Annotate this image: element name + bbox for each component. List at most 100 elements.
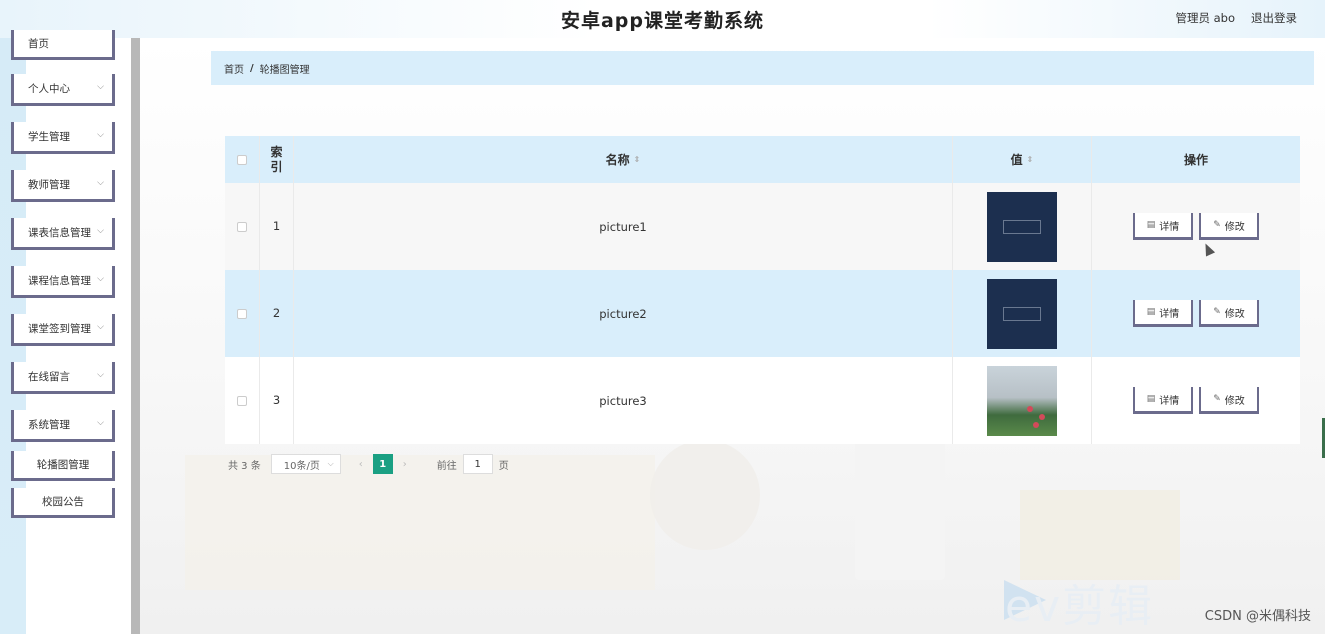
row-checkbox[interactable] xyxy=(237,395,247,406)
breadcrumb-current: 轮播图管理 xyxy=(259,64,310,76)
chevron-down-icon: ⌵ xyxy=(97,226,104,236)
thumbnail-image xyxy=(987,278,1057,349)
total-count: 共 3 条 xyxy=(228,460,261,472)
table-row: 2 picture2 ▤ 详情 ✎ 修改 xyxy=(225,270,1300,357)
app-title: 安卓app课堂考勤系统 xyxy=(560,9,765,32)
sidebar-item-profile[interactable]: 个人中心 ⌵ xyxy=(11,74,115,106)
header-name[interactable]: 名称 ⇕ xyxy=(294,136,953,183)
row-check-cell xyxy=(225,183,260,270)
sidebar-item-label: 教师管理 xyxy=(28,179,70,191)
carousel-table: 索 引 名称 ⇕ 值 ⇕ 操作 1 picture1 ▤ 详情 ✎ 修改 2 pictu… xyxy=(225,136,1300,444)
background-decoration xyxy=(855,430,945,580)
row-checkbox[interactable] xyxy=(237,221,247,232)
logo-mark xyxy=(1003,306,1041,321)
detail-button[interactable]: ▤ 详情 xyxy=(1133,387,1193,414)
page-size-value: 10条/页 xyxy=(283,460,320,472)
pagination: 共 3 条 10条/页 ⌵ ‹ 1 › 前往 1 页 xyxy=(228,454,509,474)
sidebar-subitem-carousel[interactable]: 轮播图管理 xyxy=(11,451,115,481)
detail-label: 详情 xyxy=(1159,395,1180,407)
header-name-label: 名称 xyxy=(605,153,630,167)
page-size-select[interactable]: 10条/页 ⌵ xyxy=(270,454,341,474)
watermark-ev: ev剪辑 xyxy=(1005,581,1155,632)
chevron-down-icon: ⌵ xyxy=(97,82,104,92)
goto-label: 前往 xyxy=(436,460,457,472)
background-decoration xyxy=(185,455,655,590)
sidebar-item-home[interactable]: 首页 xyxy=(11,30,115,60)
sidebar-subitem-label: 校园公告 xyxy=(42,496,84,508)
sidebar-item-timetable[interactable]: 课表信息管理 ⌵ xyxy=(11,218,115,250)
header-actions: 操作 xyxy=(1092,136,1300,183)
sidebar-item-students[interactable]: 学生管理 ⌵ xyxy=(11,122,115,154)
document-icon: ▤ xyxy=(1146,307,1156,317)
next-page-icon[interactable]: › xyxy=(403,459,407,470)
background-decoration xyxy=(650,440,760,550)
sidebar-item-label: 首页 xyxy=(28,38,49,50)
sidebar-item-courses[interactable]: 课程信息管理 ⌵ xyxy=(11,266,115,298)
row-index: 3 xyxy=(260,357,294,444)
breadcrumb: 首页 / 轮播图管理 xyxy=(211,51,1314,85)
chevron-down-icon: ⌵ xyxy=(97,130,104,140)
chevron-down-icon: ⌵ xyxy=(97,178,104,188)
row-index: 2 xyxy=(260,270,294,357)
page-suffix: 页 xyxy=(498,460,509,472)
row-name: picture1 xyxy=(294,183,953,270)
sidebar-item-label: 课程信息管理 xyxy=(28,275,91,287)
edit-label: 修改 xyxy=(1224,221,1245,233)
sidebar-item-messages[interactable]: 在线留言 ⌵ xyxy=(11,362,115,394)
header-value[interactable]: 值 ⇕ xyxy=(953,136,1092,183)
photo-detail xyxy=(1027,405,1033,412)
sort-icon[interactable]: ⇕ xyxy=(634,155,641,164)
edit-label: 修改 xyxy=(1224,308,1245,320)
table-row: 3 picture3 ▤ 详情 ✎ 修改 xyxy=(225,357,1300,444)
prev-page-icon[interactable]: ‹ xyxy=(359,459,363,470)
breadcrumb-home[interactable]: 首页 xyxy=(224,61,244,76)
row-value xyxy=(953,270,1092,357)
detail-button[interactable]: ▤ 详情 xyxy=(1133,213,1193,240)
logout-link[interactable]: 退出登录 xyxy=(1251,10,1297,26)
edit-label: 修改 xyxy=(1224,395,1245,407)
header-value-label: 值 xyxy=(1010,153,1023,167)
thumbnail-image xyxy=(987,365,1057,436)
row-checkbox[interactable] xyxy=(237,308,247,319)
row-value xyxy=(953,357,1092,444)
edit-button[interactable]: ✎ 修改 xyxy=(1199,213,1259,240)
pencil-icon: ✎ xyxy=(1213,394,1221,404)
logo-mark xyxy=(1003,219,1041,234)
sidebar-item-checkin[interactable]: 课堂签到管理 ⌵ xyxy=(11,314,115,346)
row-name: picture2 xyxy=(294,270,953,357)
row-actions: ▤ 详情 ✎ 修改 xyxy=(1092,357,1300,444)
row-check-cell xyxy=(225,357,260,444)
sidebar-item-label: 课表信息管理 xyxy=(28,227,91,239)
sidebar-item-system[interactable]: 系统管理 ⌵ xyxy=(11,410,115,442)
edit-button[interactable]: ✎ 修改 xyxy=(1199,300,1259,327)
table-header: 索 引 名称 ⇕ 值 ⇕ 操作 xyxy=(225,136,1300,183)
sidebar-subitem-announcements[interactable]: 校园公告 xyxy=(11,488,115,518)
top-header: 安卓app课堂考勤系统 管理员 abo 退出登录 xyxy=(0,0,1325,38)
sidebar-item-label: 学生管理 xyxy=(28,131,70,143)
background-decoration xyxy=(1020,490,1180,580)
sidebar-item-teachers[interactable]: 教师管理 ⌵ xyxy=(11,170,115,202)
row-value xyxy=(953,183,1092,270)
document-icon: ▤ xyxy=(1146,394,1156,404)
detail-label: 详情 xyxy=(1159,308,1180,320)
row-index: 1 xyxy=(260,183,294,270)
chevron-down-icon: ⌵ xyxy=(327,459,334,468)
edit-button[interactable]: ✎ 修改 xyxy=(1199,387,1259,414)
photo-detail xyxy=(1039,413,1045,420)
header-actions-label: 操作 xyxy=(1183,153,1208,167)
sidebar-item-label: 系统管理 xyxy=(28,419,70,431)
row-actions: ▤ 详情 ✎ 修改 xyxy=(1092,270,1300,357)
chevron-down-icon: ⌵ xyxy=(97,418,104,428)
page-number-active[interactable]: 1 xyxy=(372,454,393,474)
detail-button[interactable]: ▤ 详情 xyxy=(1133,300,1193,327)
select-all-checkbox[interactable] xyxy=(237,154,247,165)
pencil-icon: ✎ xyxy=(1213,220,1221,230)
sort-icon[interactable]: ⇕ xyxy=(1027,155,1034,164)
row-actions: ▤ 详情 ✎ 修改 xyxy=(1092,183,1300,270)
row-check-cell xyxy=(225,270,260,357)
header-user-area: 管理员 abo 退出登录 xyxy=(1175,10,1297,26)
goto-page-input[interactable]: 1 xyxy=(462,454,493,474)
sidebar-subitem-label: 轮播图管理 xyxy=(36,459,90,471)
thumbnail-image xyxy=(987,191,1057,262)
sidebar-item-label: 课堂签到管理 xyxy=(28,323,91,335)
